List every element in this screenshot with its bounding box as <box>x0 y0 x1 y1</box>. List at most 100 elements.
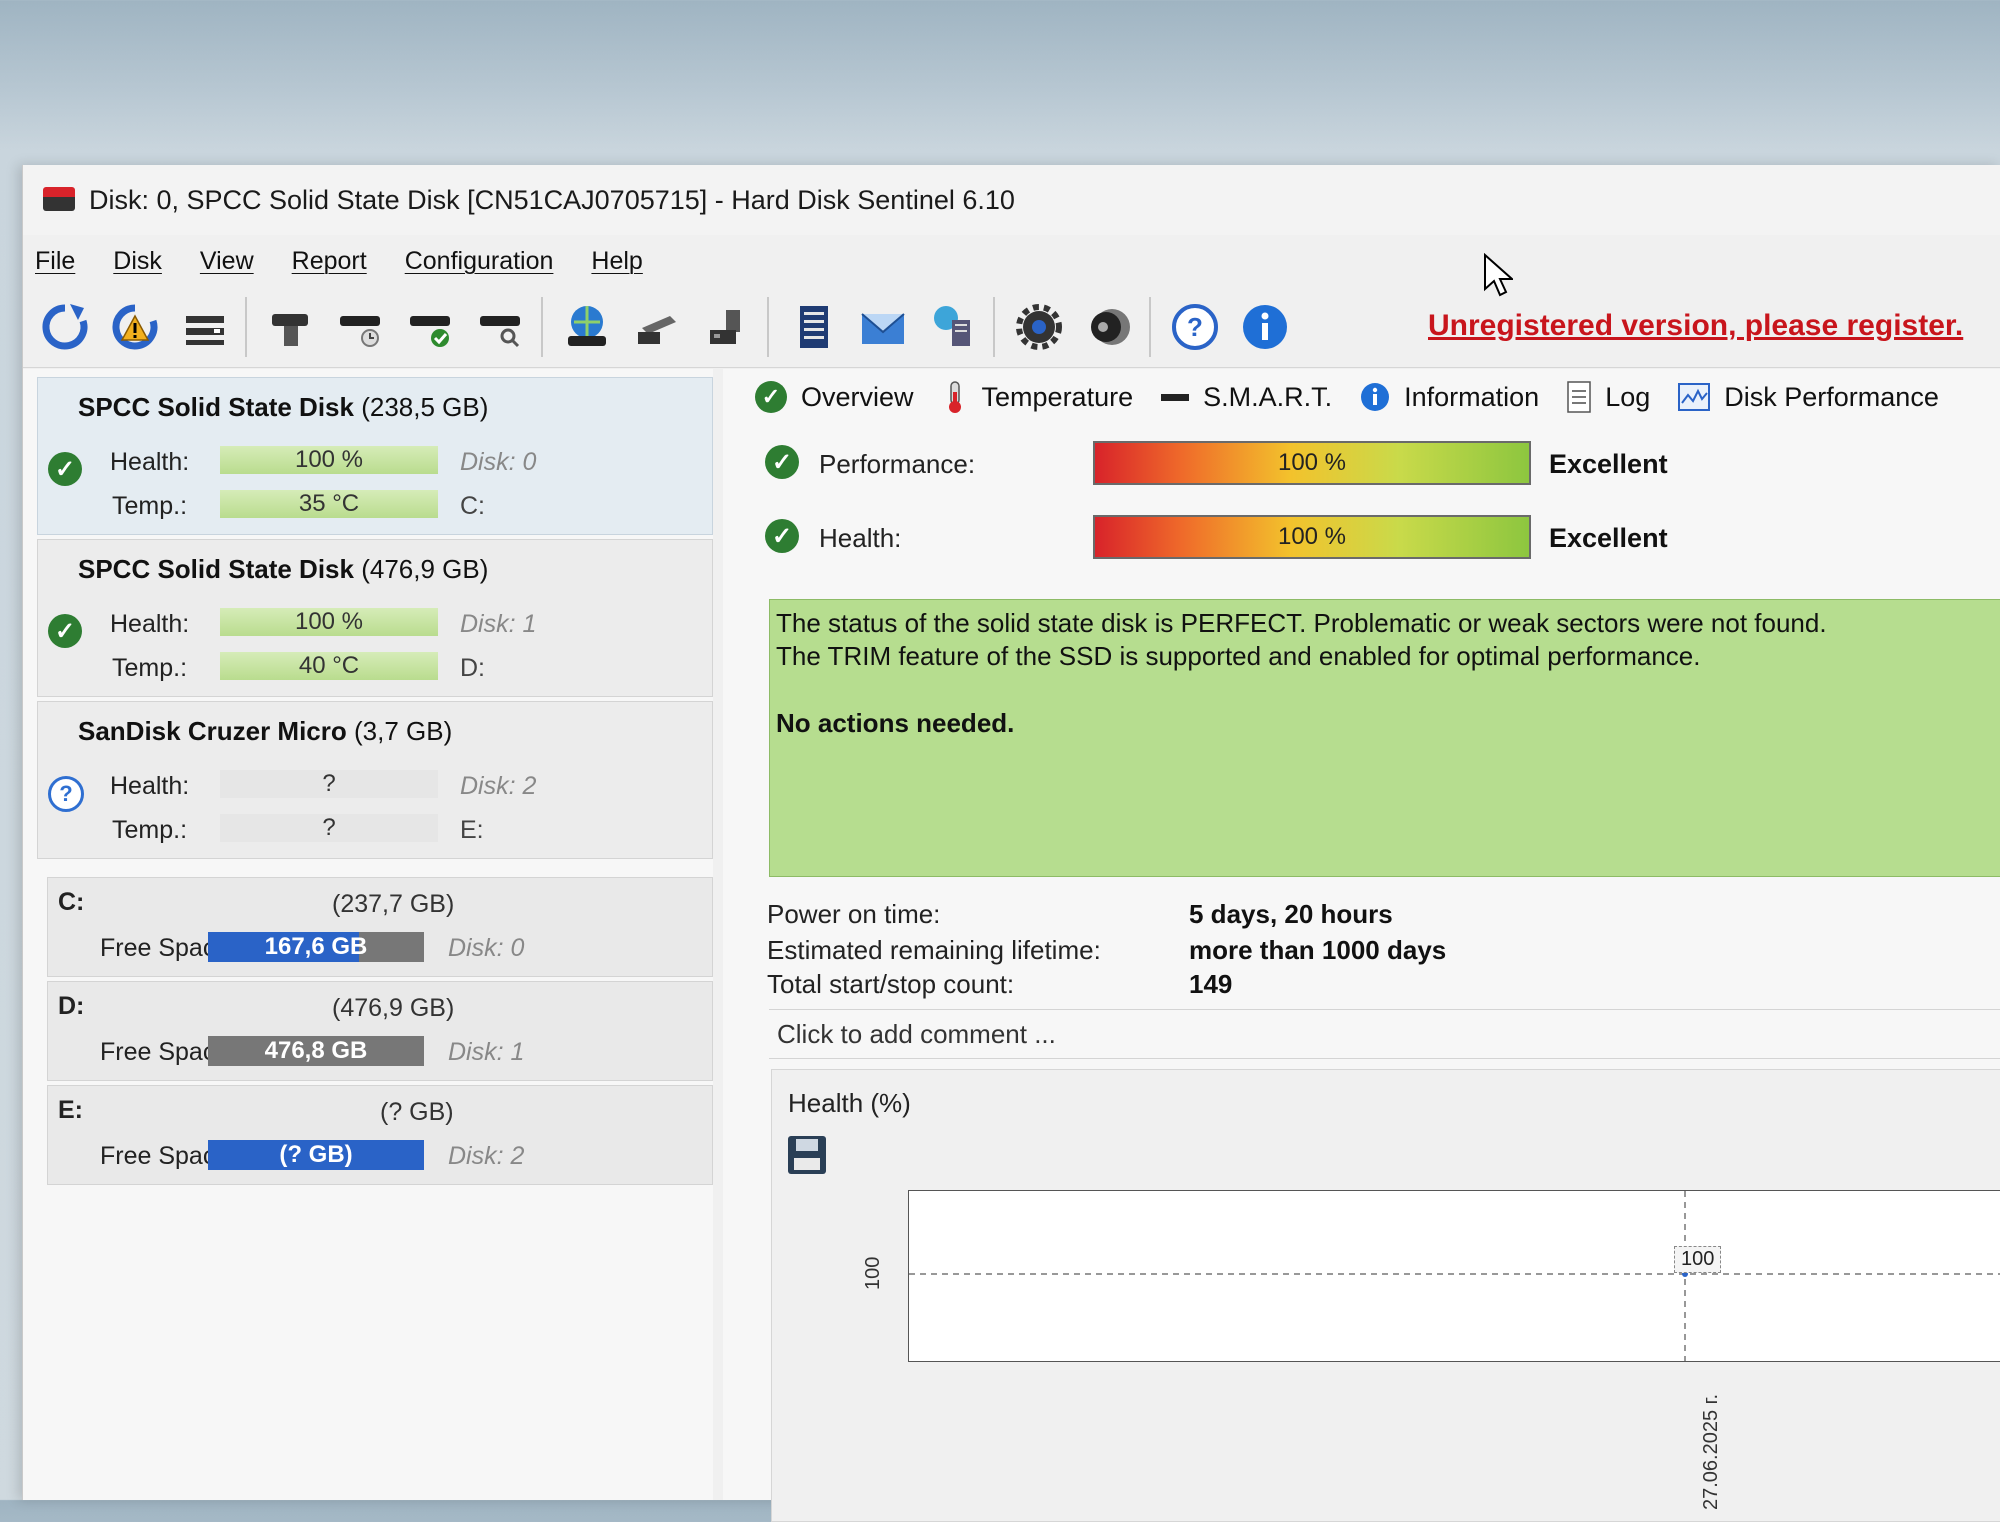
tab-bar: ✓ Overview Temperature S.M.A.R.T. Inform… <box>723 369 2000 425</box>
disk-scan-button[interactable] <box>473 296 529 358</box>
disk-card-2[interactable]: SanDisk Cruzer Micro (3,7 GB) ? Health: … <box>37 701 713 859</box>
start-stop-label: Total start/stop count: <box>767 969 1015 999</box>
send-report-icon <box>934 306 970 346</box>
performance-bar: 100 % <box>1093 441 1531 485</box>
toolbar-separator <box>245 297 247 357</box>
ok-check-icon: ✓ <box>48 452 82 486</box>
temp-meter: 35 °C <box>220 490 438 518</box>
volume-letter: C: <box>58 888 85 916</box>
network-button[interactable] <box>559 296 615 358</box>
disk-list-button[interactable] <box>177 296 233 358</box>
tab-temperature[interactable]: Temperature <box>942 380 1133 414</box>
disk-list-panel: SPCC Solid State Disk (238,5 GB) ✓ Healt… <box>23 369 713 1500</box>
title-bar: Disk: 0, SPCC Solid State Disk [CN51CAJ0… <box>23 165 2000 235</box>
performance-rating: Excellent <box>1549 449 1668 479</box>
lifetime-label: Estimated remaining lifetime: <box>767 935 1101 965</box>
email-button[interactable] <box>855 296 911 358</box>
refresh-warning-icon <box>112 304 158 350</box>
health-chart: Health (%) 100 100 27.06.2025 г. <box>771 1069 2000 1522</box>
menu-configuration[interactable]: Configuration <box>405 247 554 276</box>
volume-letter: D: <box>58 992 85 1020</box>
health-label: Health: <box>110 448 190 476</box>
disk-number: Disk: 2 <box>460 772 537 800</box>
data-point-label: 100 <box>1674 1246 1722 1273</box>
drive-letter: D: <box>460 654 485 682</box>
power-on-value: 5 days, 20 hours <box>1189 899 1393 929</box>
performance-label: Performance: <box>819 449 976 479</box>
add-comment-field[interactable]: Click to add comment ... <box>769 1009 2000 1059</box>
free-space-bar: 167,6 GB <box>208 932 424 962</box>
health-rating: Excellent <box>1549 523 1668 553</box>
send-report-button[interactable] <box>925 296 981 358</box>
disk-info-button[interactable] <box>263 296 319 358</box>
tab-overview[interactable]: ✓ Overview <box>755 381 914 413</box>
status-recommendation: No actions needed. <box>776 708 1015 738</box>
unknown-status-icon: ? <box>48 776 84 812</box>
toolbar: ? Unregistered version, please register. <box>23 287 2000 368</box>
disk-test-button[interactable] <box>403 296 459 358</box>
register-link[interactable]: Unregistered version, please register. <box>1428 309 1963 343</box>
globe-disk-icon <box>568 306 606 346</box>
tab-information[interactable]: Information <box>1360 382 1539 413</box>
tab-disk-performance[interactable]: Disk Performance <box>1678 382 1939 413</box>
menu-view[interactable]: View <box>200 247 254 276</box>
refresh-warning-button[interactable] <box>107 296 163 358</box>
volume-size: (237,7 GB) <box>332 890 455 918</box>
gear-icon <box>1016 304 1062 350</box>
temp-label: Temp.: <box>112 816 188 844</box>
disk-schedule-button[interactable] <box>333 296 389 358</box>
toolbar-separator <box>767 297 769 357</box>
health-ok-icon: ✓ <box>765 519 799 553</box>
volume-disk-number: Disk: 1 <box>448 1038 525 1066</box>
health-label: Health: <box>110 610 190 638</box>
menu-help[interactable]: Help <box>591 247 642 276</box>
volume-disk-number: Disk: 0 <box>448 934 525 962</box>
tab-log[interactable]: Log <box>1567 381 1650 413</box>
menu-file[interactable]: File <box>35 247 75 276</box>
window-title: Disk: 0, SPCC Solid State Disk [CN51CAJ0… <box>89 184 1015 215</box>
disk-card-0[interactable]: SPCC Solid State Disk (238,5 GB) ✓ Healt… <box>37 377 713 535</box>
help-button[interactable]: ? <box>1167 296 1223 358</box>
disk-list-icon <box>186 316 224 345</box>
performance-chart-icon <box>1678 383 1711 411</box>
menu-report[interactable]: Report <box>292 247 367 276</box>
x-tick-label: 27.06.2025 г. <box>1700 1393 1722 1510</box>
menu-bar: File Disk View Report Configuration Help <box>23 235 2000 287</box>
health-meter: ? <box>220 770 438 798</box>
volume-card-c[interactable]: C: (237,7 GB) Free Space 167,6 GB Disk: … <box>47 877 713 977</box>
health-label: Health: <box>110 772 190 800</box>
save-icon[interactable] <box>788 1136 826 1174</box>
mouse-cursor-icon <box>1484 253 1513 297</box>
sound-button[interactable] <box>1081 296 1137 358</box>
report-button[interactable] <box>785 296 841 358</box>
tab-smart[interactable]: S.M.A.R.T. <box>1161 382 1332 413</box>
app-window: Disk: 0, SPCC Solid State Disk [CN51CAJ0… <box>22 165 2000 1522</box>
disk-name: SPCC Solid State Disk (238,5 GB) <box>78 392 489 422</box>
toolbar-separator <box>993 297 995 357</box>
health-bar: 100 % <box>1093 515 1531 559</box>
about-button[interactable] <box>1237 296 1293 358</box>
info-icon <box>1243 305 1287 349</box>
volume-size: (476,9 GB) <box>332 994 455 1022</box>
refresh-icon <box>42 304 88 350</box>
temp-label: Temp.: <box>112 492 188 520</box>
lifetime-value: more than 1000 days <box>1189 935 1447 965</box>
volume-card-d[interactable]: D: (476,9 GB) Free Space 476,8 GB Disk: … <box>47 981 713 1081</box>
help-icon: ? <box>1172 304 1218 350</box>
external-disk-button[interactable] <box>629 296 685 358</box>
app-logo-icon <box>43 187 75 213</box>
volume-size: (? GB) <box>380 1098 454 1126</box>
disk-card-1[interactable]: SPCC Solid State Disk (476,9 GB) ✓ Healt… <box>37 539 713 697</box>
usb-disk-button[interactable] <box>699 296 755 358</box>
ok-check-icon: ✓ <box>48 614 82 648</box>
volume-card-e[interactable]: E: (? GB) Free Space (? GB) Disk: 2 <box>47 1085 713 1185</box>
usb-disk-icon <box>710 310 740 344</box>
external-disk-icon <box>638 316 676 344</box>
refresh-button[interactable] <box>37 296 93 358</box>
settings-button[interactable] <box>1011 296 1067 358</box>
performance-ok-icon: ✓ <box>765 445 799 479</box>
menu-disk[interactable]: Disk <box>113 247 162 276</box>
free-space-bar: (? GB) <box>208 1140 424 1170</box>
disk-bar-icon <box>1161 394 1190 401</box>
svg-text:?: ? <box>1187 312 1203 342</box>
